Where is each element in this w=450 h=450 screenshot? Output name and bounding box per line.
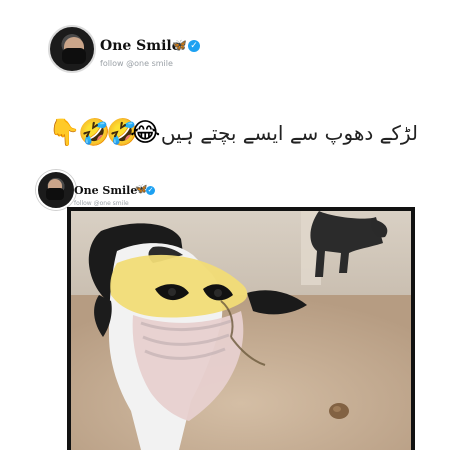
post-caption-row: 👇 🤣 🤣 😂 لڑکے دھوپ سے ایسے بچتے ہیں [48, 116, 418, 150]
profile-handle[interactable]: follow @one smile [100, 59, 173, 68]
post-photo-frame[interactable] [67, 207, 415, 450]
embedded-avatar-mask [46, 188, 64, 200]
joy-emoji: 😂 [130, 118, 161, 148]
verified-icon: ✓ [146, 186, 155, 195]
embedded-avatar[interactable] [36, 170, 76, 210]
butterfly-icon: 🦋 [172, 38, 187, 52]
embedded-profile-handle[interactable]: follow @one smile [74, 200, 129, 207]
profile-name[interactable]: One Smile [100, 38, 181, 54]
pointing-down-emoji: 👇 [48, 118, 81, 148]
post-photo [71, 211, 411, 450]
verified-icon: ✓ [188, 40, 200, 52]
stone [329, 403, 349, 419]
embedded-profile-sticker: One Smile 🦋 ✓ follow @one smile [36, 170, 156, 212]
photo-illustration [71, 211, 411, 450]
profile-avatar[interactable] [48, 25, 96, 73]
profile-header: One Smile 🦋 ✓ follow @one smile [48, 25, 308, 77]
emoji-group: 👇 🤣 🤣 😂 [48, 116, 178, 150]
post-caption: لڑکے دھوپ سے ایسے بچتے ہیں [160, 121, 418, 145]
embedded-profile-name[interactable]: One Smile [74, 184, 137, 197]
avatar-mask [62, 48, 86, 64]
